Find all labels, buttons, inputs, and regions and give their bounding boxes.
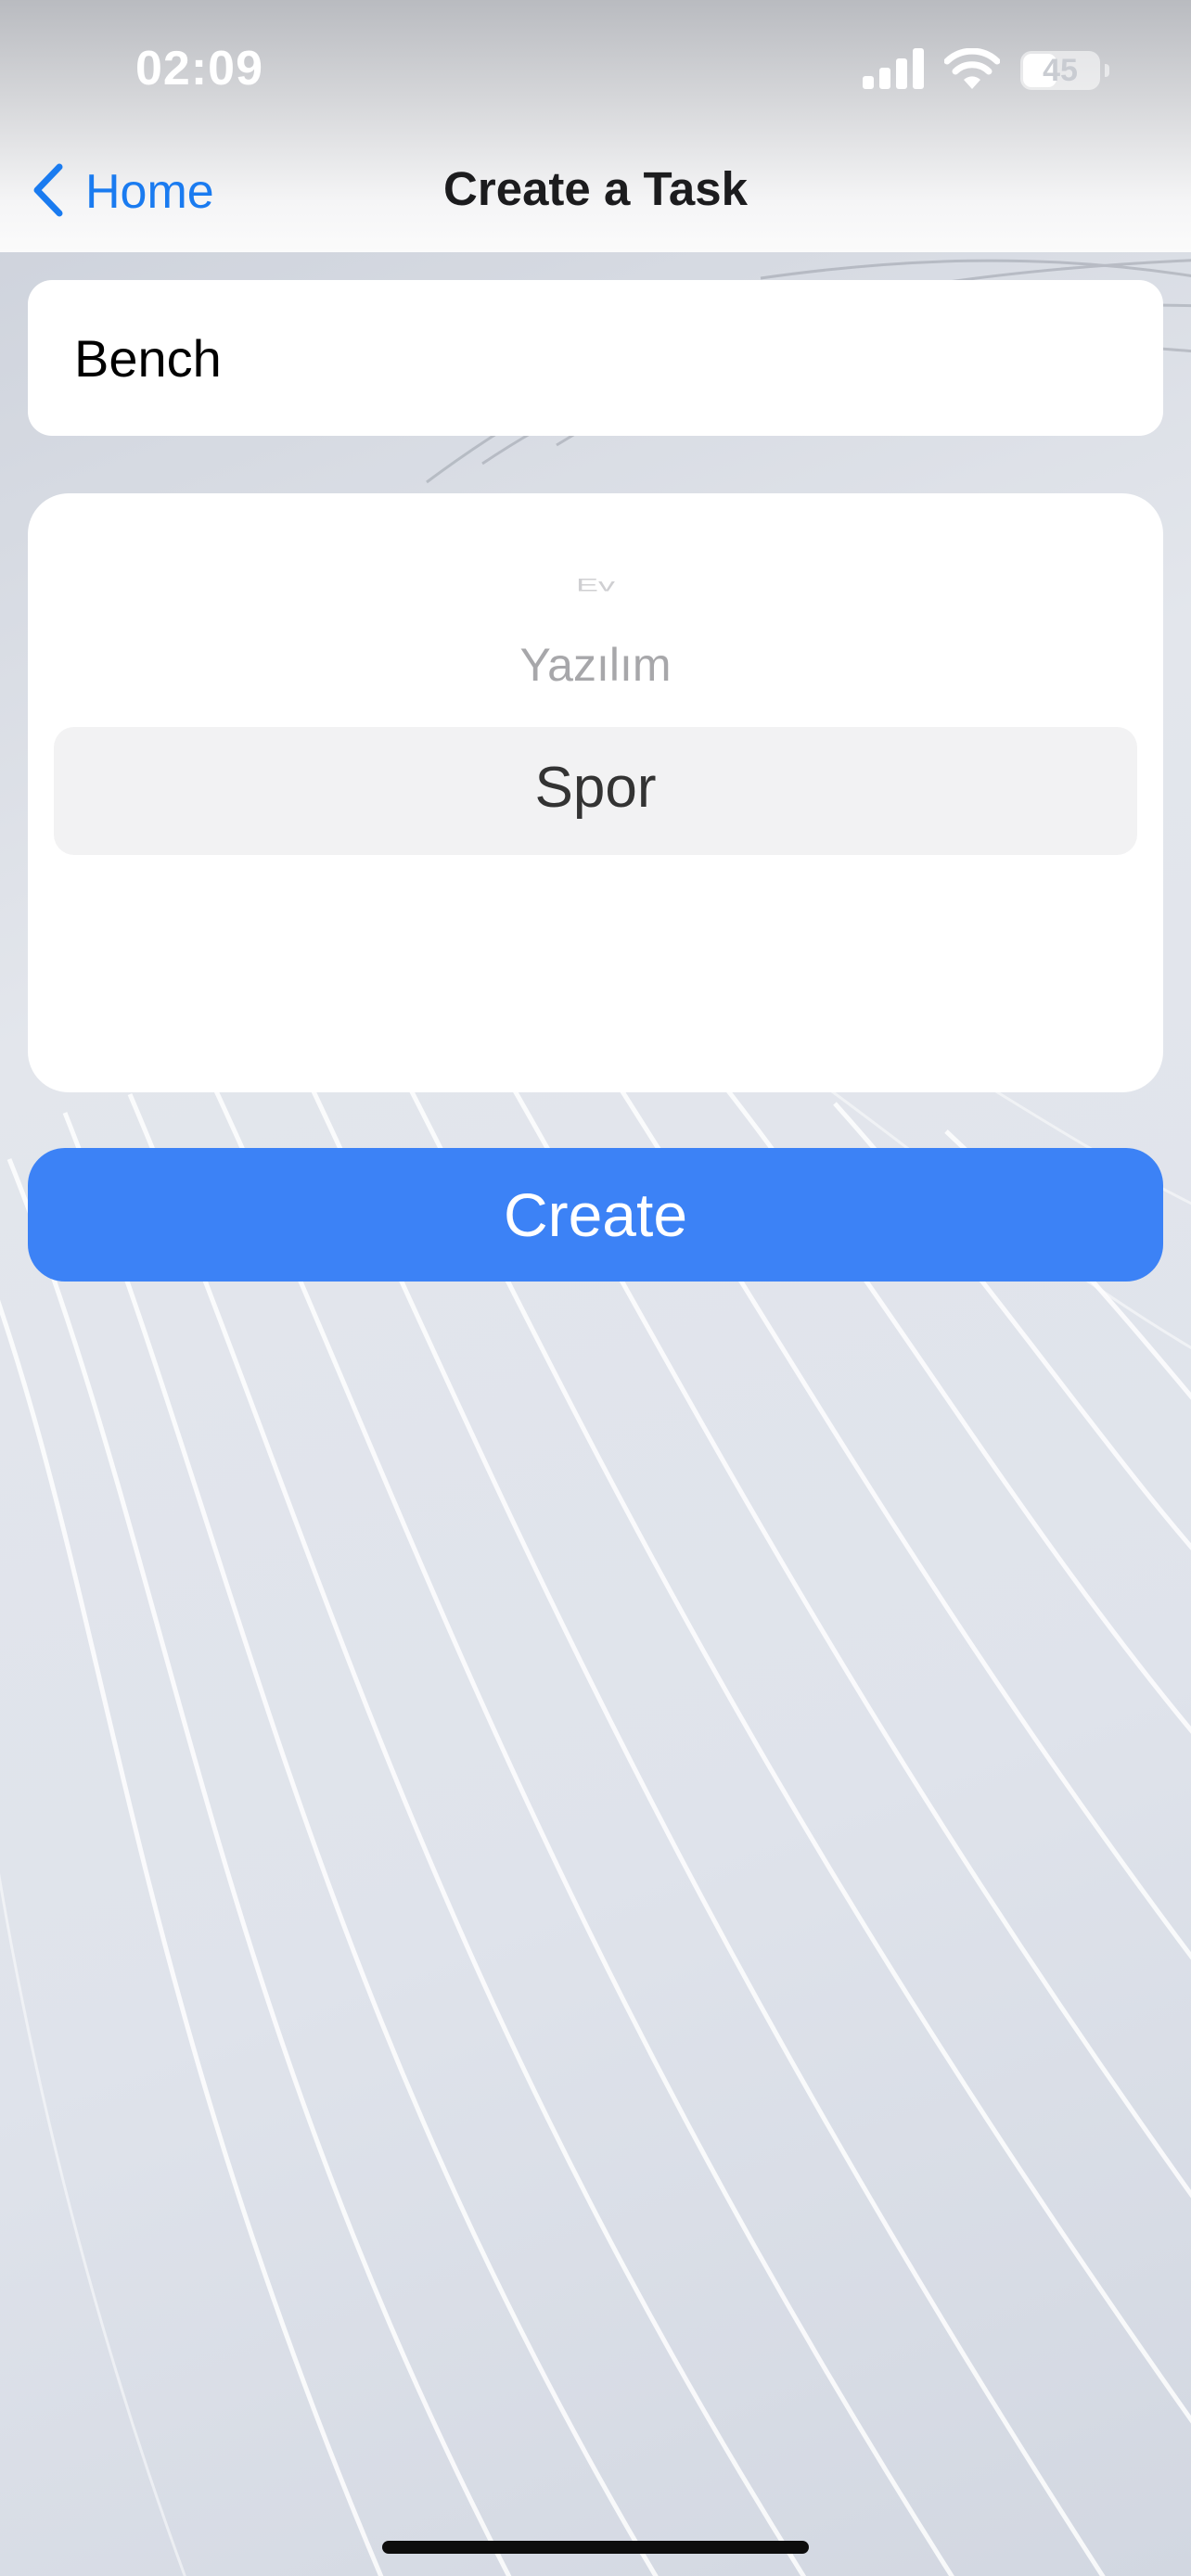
battery-icon: 45 xyxy=(1020,51,1109,90)
picker-option-yazilim[interactable]: Yazılım xyxy=(28,638,1163,692)
picker-option-spor-selected[interactable]: Spor xyxy=(28,755,1163,821)
task-name-field[interactable] xyxy=(28,280,1163,436)
status-bar: 02:09 45 xyxy=(0,0,1191,139)
home-indicator[interactable] xyxy=(382,2541,809,2554)
wifi-icon xyxy=(943,47,1001,94)
cellular-signal-icon xyxy=(863,47,924,94)
picker-option-ev[interactable]: Ev xyxy=(28,574,1163,595)
status-icons: 45 xyxy=(863,45,1109,96)
navigation-bar: 02:09 45 Home Create a Task xyxy=(0,0,1191,252)
task-name-input[interactable] xyxy=(74,327,1163,389)
create-button[interactable]: Create xyxy=(28,1148,1163,1282)
status-time: 02:09 xyxy=(135,42,263,96)
category-picker[interactable]: Ev Yazılım Spor xyxy=(28,493,1163,1092)
page-title: Create a Task xyxy=(443,162,748,215)
battery-level: 45 xyxy=(1043,53,1078,88)
